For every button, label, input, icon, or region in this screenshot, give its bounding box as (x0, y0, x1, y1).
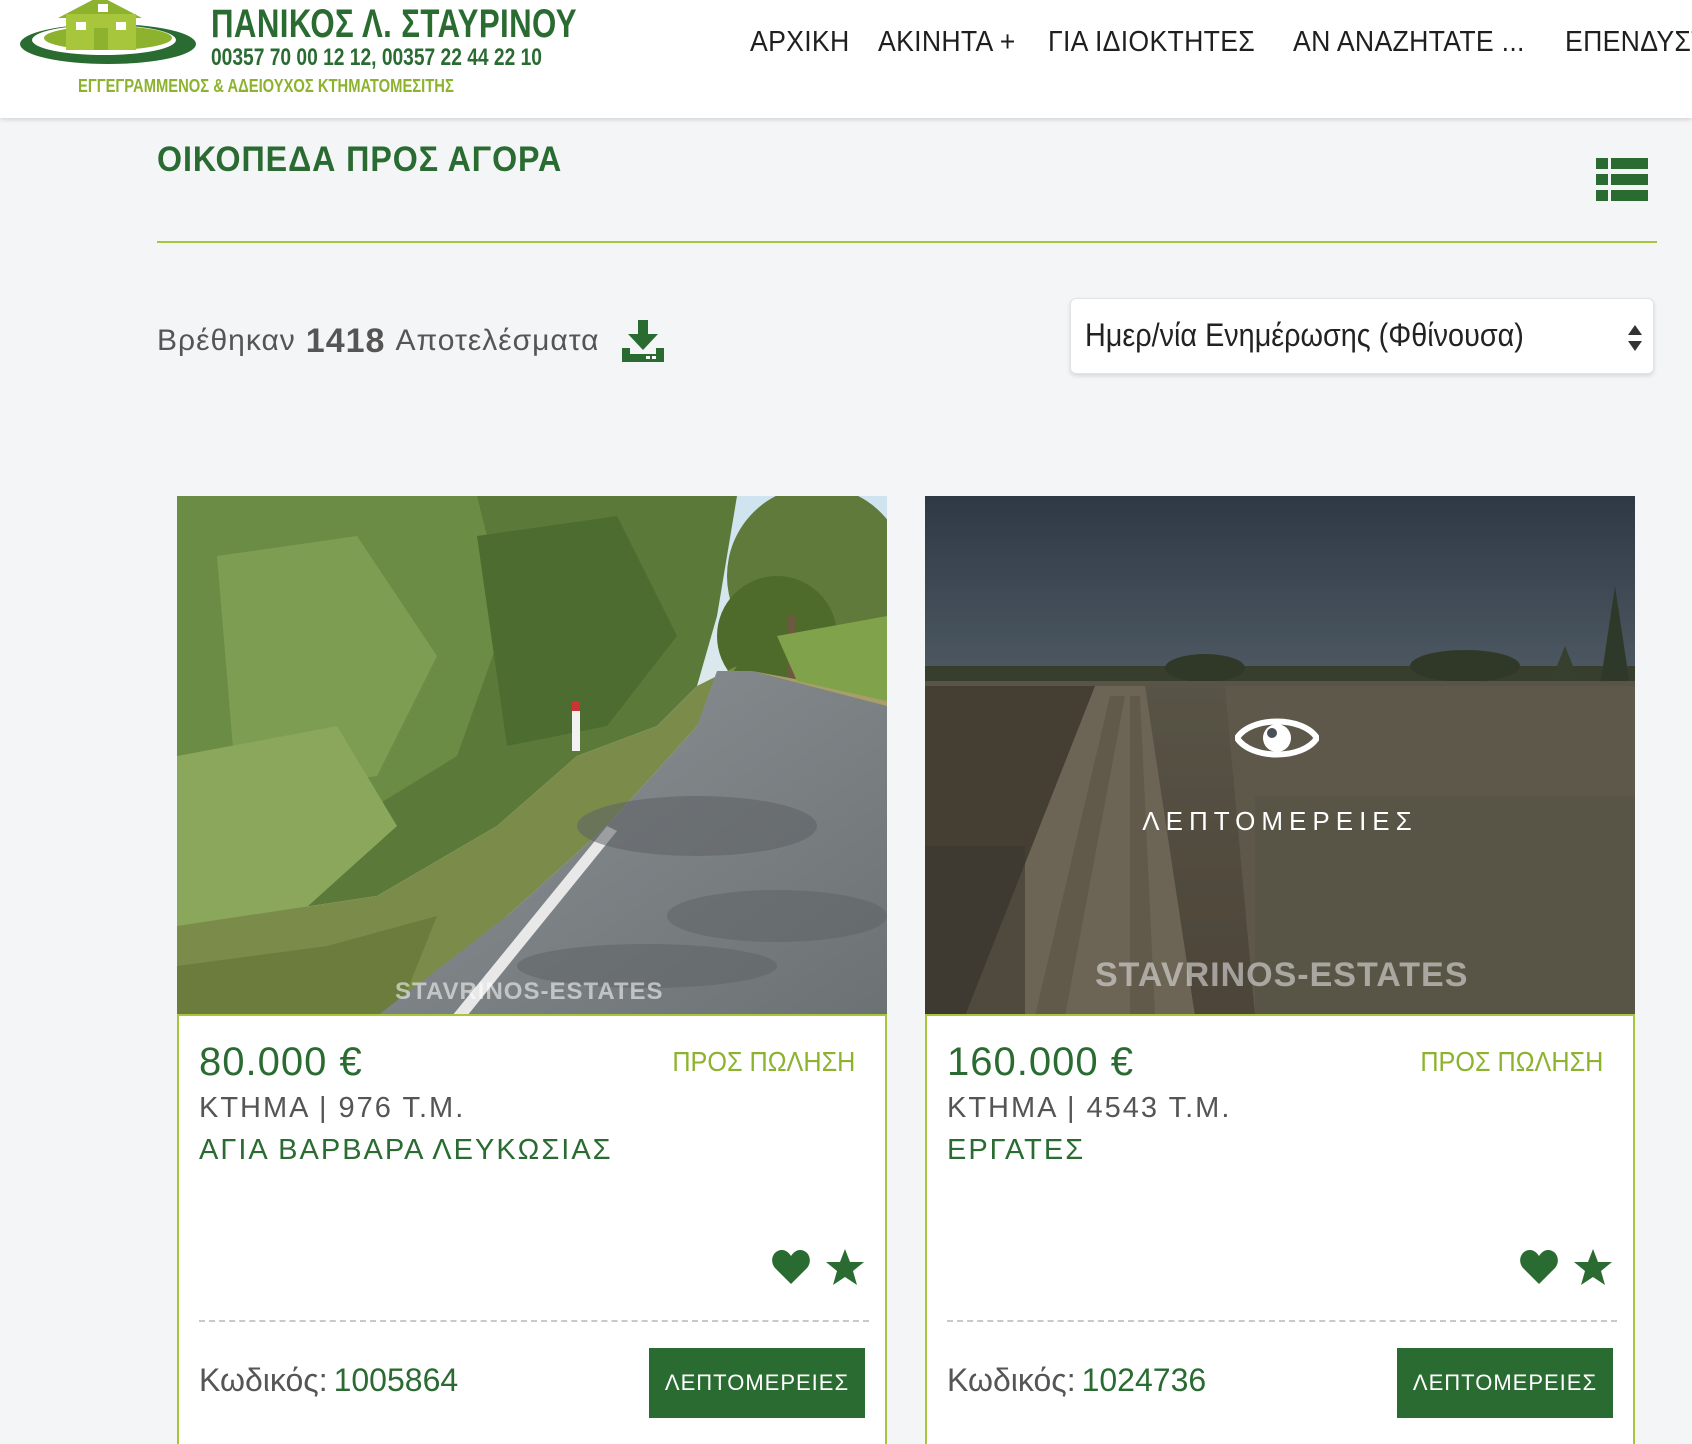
star-icon[interactable] (825, 1248, 865, 1286)
listing-status: ΠΡΟΣ ΠΩΛΗΣΗ (1419, 1046, 1603, 1077)
eye-icon (1235, 718, 1319, 758)
listing-code: Κωδικός: 1005864 (199, 1362, 458, 1399)
house-logo-icon (20, 0, 196, 64)
heart-icon[interactable] (1519, 1248, 1559, 1286)
listing-location[interactable]: ΕΡΓΑΤΕΣ (947, 1134, 1085, 1167)
list-view-icon[interactable] (1596, 158, 1648, 202)
download-icon[interactable] (621, 320, 664, 362)
nav-properties[interactable]: ΑΚΙΝΗΤΑ + (878, 26, 1016, 59)
logo-subtitle: ΕΓΓΕΓΡΑΜΜΕΝΟΣ & ΑΔΕΙΟΥΧΟΣ ΚΤΗΜΑΤΟΜΕΣΙΤΗΣ (78, 76, 454, 96)
title-divider (157, 241, 1657, 243)
sort-arrows-icon (1628, 325, 1642, 351)
results-suffix: Αποτελέσματα (395, 324, 600, 357)
listing-code-label: Κωδικός: (947, 1362, 1076, 1398)
photo-watermark: STAVRINOS-ESTATES (395, 978, 664, 1005)
star-icon[interactable] (1573, 1248, 1613, 1286)
listing-specs: ΚΤΗΜΑ | 976 Τ.Μ. (199, 1092, 466, 1124)
sort-select[interactable]: Ημερ/νία Ενημέρωσης (Φθίνουσα) (1070, 298, 1654, 374)
site-logo[interactable]: ΠΑΝΙΚΟΣ Λ. ΣΤΑΥΡΙΝΟΥ 00357 70 00 12 12, … (18, 0, 577, 110)
nav-for-owners[interactable]: ΓΙΑ ΙΔΙΟΚΤΗΤΕΣ (1048, 26, 1255, 59)
nav-invest[interactable]: ΕΠΕΝΔΥΣΤΕ ΣΤ (1565, 26, 1692, 59)
listing-code-value: 1005864 (333, 1362, 459, 1398)
listing-card: ΛΕΠΤΟΜΕΡΕΙΕΣ STAVRINOS-ESTATES 160.000 €… (925, 496, 1635, 1444)
listing-price: 160.000 € (947, 1040, 1134, 1084)
listing-card: STAVRINOS-ESTATES 80.000 € ΠΡΟΣ ΠΩΛΗΣΗ Κ… (177, 496, 887, 1444)
site-header: ΠΑΝΙΚΟΣ Λ. ΣΤΑΥΡΙΝΟΥ 00357 70 00 12 12, … (0, 0, 1692, 118)
listing-status: ΠΡΟΣ ΠΩΛΗΣΗ (671, 1046, 855, 1077)
details-button[interactable]: ΛΕΠΤΟΜΕΡΕΙΕΣ (1397, 1348, 1613, 1418)
photo-watermark: STAVRINOS-ESTATES (1095, 956, 1469, 994)
listing-specs: ΚΤΗΜΑ | 4543 Τ.Μ. (947, 1092, 1232, 1124)
logo-company-name: ΠΑΝΙΚΟΣ Λ. ΣΤΑΥΡΙΝΟΥ (211, 2, 578, 46)
results-prefix: Βρέθηκαν (157, 324, 296, 357)
listing-photo[interactable]: ΛΕΠΤΟΜΕΡΕΙΕΣ STAVRINOS-ESTATES (925, 496, 1635, 1016)
listing-actions (757, 1248, 865, 1286)
listing-code: Κωδικός: 1024736 (947, 1362, 1206, 1399)
card-divider (947, 1320, 1617, 1322)
listing-price: 80.000 € (199, 1040, 363, 1084)
listing-location[interactable]: ΑΓΙΑ ΒΑΡΒΑΡΑ ΛΕΥΚΩΣΙΑΣ (199, 1134, 613, 1167)
main-nav: ΑΡΧΙΚΗ ΑΚΙΝΗΤΑ + ΓΙΑ ΙΔΙΟΚΤΗΤΕΣ ΑΝ ΑΝΑΖΗ… (750, 26, 1692, 59)
page-title: ΟΙΚΟΠΕΔΑ ΠΡΟΣ ΑΓΟΡΑ (157, 140, 563, 179)
listing-photo[interactable]: STAVRINOS-ESTATES (177, 496, 887, 1016)
roadside-plot-photo (177, 496, 887, 1014)
results-count: 1418 (305, 321, 386, 360)
overlay-details-label[interactable]: ΛΕΠΤΟΜΕΡΕΙΕΣ (925, 806, 1635, 837)
listing-code-label: Κωδικός: (199, 1362, 328, 1398)
sort-selected-value: Ημερ/νία Ενημέρωσης (Φθίνουσα) (1085, 317, 1524, 353)
heart-icon[interactable] (771, 1248, 811, 1286)
details-button[interactable]: ΛΕΠΤΟΜΕΡΕΙΕΣ (649, 1348, 865, 1418)
listing-actions (1505, 1248, 1613, 1286)
logo-phone-numbers: 00357 70 00 12 12, 00357 22 44 22 10 (211, 44, 542, 71)
listing-code-value: 1024736 (1081, 1362, 1207, 1398)
nav-if-searching[interactable]: ΑΝ ΑΝΑΖΗΤΑΤΕ ... (1293, 26, 1525, 59)
card-divider (199, 1320, 869, 1322)
results-summary: Βρέθηκαν 1418 Αποτελέσματα (157, 320, 664, 362)
nav-home[interactable]: ΑΡΧΙΚΗ (750, 26, 850, 59)
